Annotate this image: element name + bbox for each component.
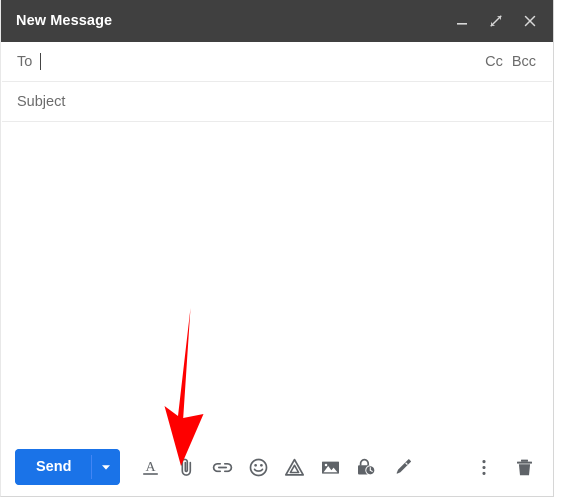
discard-draft-icon[interactable] (512, 453, 537, 481)
more-options-icon[interactable] (471, 453, 496, 481)
format-text-icon[interactable]: A (138, 453, 163, 481)
send-button[interactable]: Send (15, 449, 92, 485)
svg-text:A: A (146, 460, 157, 475)
to-input-caret (40, 53, 42, 70)
insert-link-icon[interactable] (210, 453, 235, 481)
minimize-icon[interactable] (453, 12, 471, 30)
compose-toolbar: Send A (1, 438, 553, 496)
subject-placeholder: Subject (17, 93, 66, 110)
confidential-mode-icon[interactable] (354, 453, 379, 481)
insert-emoji-icon[interactable] (246, 453, 271, 481)
insert-signature-icon[interactable] (390, 453, 415, 481)
cc-button[interactable]: Cc (485, 54, 503, 70)
send-options-button[interactable] (92, 449, 121, 485)
insert-photo-icon[interactable] (318, 453, 343, 481)
expand-icon[interactable] (487, 12, 505, 30)
bcc-button[interactable]: Bcc (512, 54, 536, 70)
compose-window: New Message To Cc Bcc Subject Send A (0, 0, 554, 497)
message-body-area[interactable] (1, 122, 553, 438)
toolbar-right-group (471, 453, 537, 481)
close-icon[interactable] (521, 12, 539, 30)
compose-title-bar: New Message (1, 0, 553, 42)
window-controls (453, 12, 539, 30)
attach-file-icon[interactable] (174, 453, 199, 481)
compose-title: New Message (16, 13, 113, 29)
subject-field-row[interactable]: Subject (2, 82, 552, 122)
to-label: To (17, 53, 33, 70)
toolbar-icon-group: A (138, 453, 415, 481)
to-field-row[interactable]: To Cc Bcc (2, 42, 552, 82)
send-button-group: Send (15, 449, 121, 485)
screen-root: New Message To Cc Bcc Subject Send A (0, 0, 561, 500)
cc-bcc-group: Cc Bcc (485, 54, 536, 70)
insert-drive-icon[interactable] (282, 453, 307, 481)
